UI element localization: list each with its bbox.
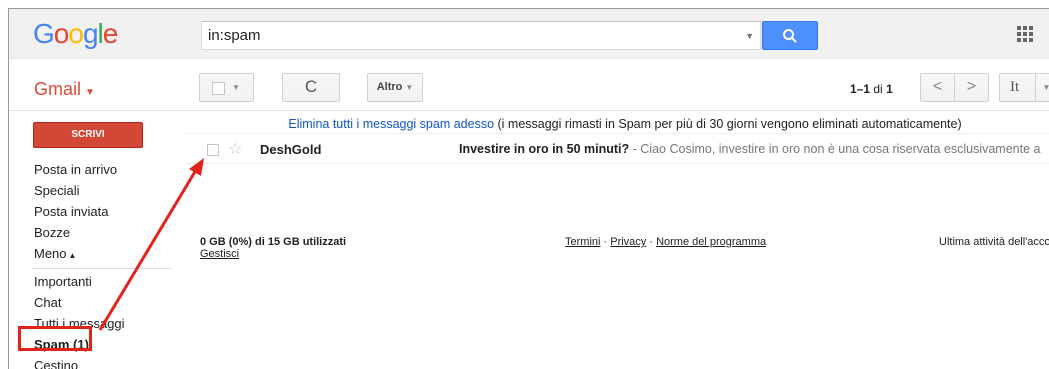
privacy-link[interactable]: Privacy bbox=[610, 236, 646, 248]
search-icon bbox=[783, 29, 797, 43]
delete-all-spam-link[interactable]: Elimina tutti i messaggi spam adesso bbox=[288, 117, 494, 131]
logo-letter: g bbox=[82, 18, 99, 49]
gmail-menu[interactable]: Gmail ▼ bbox=[34, 79, 95, 100]
footer-links: Termini · Privacy · Norme del programma bbox=[565, 236, 766, 248]
input-tools-label: It bbox=[1010, 79, 1020, 95]
manage-storage-link[interactable]: Gestisci bbox=[200, 248, 239, 260]
logo-letter: G bbox=[33, 18, 55, 49]
message-subject-snippet: Investire in oro in 50 minuti? - Ciao Co… bbox=[459, 142, 1040, 156]
sidebar-item-trash[interactable]: Cestino bbox=[34, 355, 184, 369]
gmail-label: Gmail bbox=[34, 79, 82, 99]
refresh-button[interactable]: C bbox=[282, 73, 340, 102]
top-bar: Google ▼ bbox=[9, 9, 1049, 59]
chevron-right-icon: > bbox=[966, 78, 977, 95]
storage-info: 0 GB (0%) di 15 GB utilizzati Gestisci bbox=[200, 236, 346, 260]
next-page-button[interactable]: > bbox=[954, 73, 989, 102]
pager-range: 1–1 bbox=[850, 82, 871, 96]
message-snippet: - Ciao Cosimo, investire in oro non è un… bbox=[629, 142, 1041, 156]
refresh-icon: C bbox=[304, 77, 318, 96]
annotation-highlight-box bbox=[18, 326, 92, 351]
spam-banner-text: (i messaggi rimasti in Spam per più di 3… bbox=[494, 117, 962, 131]
sidebar-item-important[interactable]: Importanti bbox=[34, 271, 184, 292]
input-tools-button[interactable]: It ▼ bbox=[999, 73, 1049, 102]
toolbar: Gmail▼ ▼ C Altro▼ 1–1 di 1 < > It▼ bbox=[9, 59, 1049, 111]
last-activity: Ultima attività dell'acco bbox=[939, 236, 1049, 248]
less-label: Meno bbox=[34, 246, 67, 261]
checkbox-icon bbox=[212, 82, 225, 95]
sidebar-divider bbox=[32, 268, 172, 269]
chevron-down-icon: ▼ bbox=[232, 83, 240, 92]
footer-sep: · bbox=[600, 236, 611, 248]
sidebar-item-sent[interactable]: Posta inviata bbox=[34, 201, 184, 222]
search-button[interactable] bbox=[762, 21, 818, 50]
sidebar-item-chat[interactable]: Chat bbox=[34, 292, 184, 313]
chevron-up-icon: ▲ bbox=[68, 251, 77, 260]
message-sender: DeshGold bbox=[260, 142, 322, 157]
logo-letter: o bbox=[68, 18, 84, 49]
search-box[interactable]: ▼ bbox=[201, 21, 761, 50]
logo-letter: o bbox=[53, 18, 70, 49]
terms-link[interactable]: Termini bbox=[565, 236, 600, 248]
pager-total: 1 bbox=[886, 82, 893, 96]
message-subject: Investire in oro in 50 minuti? bbox=[459, 142, 630, 156]
storage-usage: 0 GB (0%) di 15 GB utilizzati bbox=[200, 236, 347, 248]
logo-letter: e bbox=[102, 18, 119, 49]
table-row[interactable]: ☆ DeshGold Investire in oro in 50 minuti… bbox=[185, 136, 1049, 164]
pager-of: di bbox=[873, 82, 883, 96]
sidebar-item-less[interactable]: Meno ▲ bbox=[34, 243, 184, 264]
spam-banner: Elimina tutti i messaggi spam adesso (i … bbox=[185, 114, 1049, 134]
star-icon[interactable]: ☆ bbox=[228, 139, 242, 159]
compose-button[interactable]: SCRIVI bbox=[33, 122, 143, 148]
chevron-down-icon[interactable]: ▼ bbox=[1035, 74, 1049, 101]
prev-page-button[interactable]: < bbox=[920, 73, 955, 102]
more-label: Altro bbox=[376, 81, 403, 93]
sidebar-item-inbox[interactable]: Posta in arrivo bbox=[34, 159, 184, 180]
chevron-down-icon: ▼ bbox=[405, 83, 414, 92]
chevron-down-icon: ▼ bbox=[85, 87, 95, 98]
sidebar-item-starred[interactable]: Speciali bbox=[34, 180, 184, 201]
search-options-caret-icon[interactable]: ▼ bbox=[745, 31, 754, 41]
sidebar-item-drafts[interactable]: Bozze bbox=[34, 222, 184, 243]
select-checkbox-button[interactable]: ▼ bbox=[199, 73, 254, 102]
more-button[interactable]: Altro ▼ bbox=[367, 73, 423, 102]
row-checkbox[interactable] bbox=[207, 144, 219, 156]
pager-info: 1–1 di 1 bbox=[850, 82, 893, 96]
program-policies-link[interactable]: Norme del programma bbox=[656, 236, 766, 248]
search-input[interactable] bbox=[208, 27, 708, 44]
apps-grid-icon[interactable] bbox=[1017, 26, 1033, 42]
google-logo[interactable]: Google bbox=[33, 18, 119, 50]
gmail-window: Google ▼ Gmail▼ ▼ C Altro▼ 1–1 di 1 < > … bbox=[8, 8, 1049, 369]
footer-sep: · bbox=[646, 236, 657, 248]
chevron-left-icon: < bbox=[932, 78, 943, 95]
